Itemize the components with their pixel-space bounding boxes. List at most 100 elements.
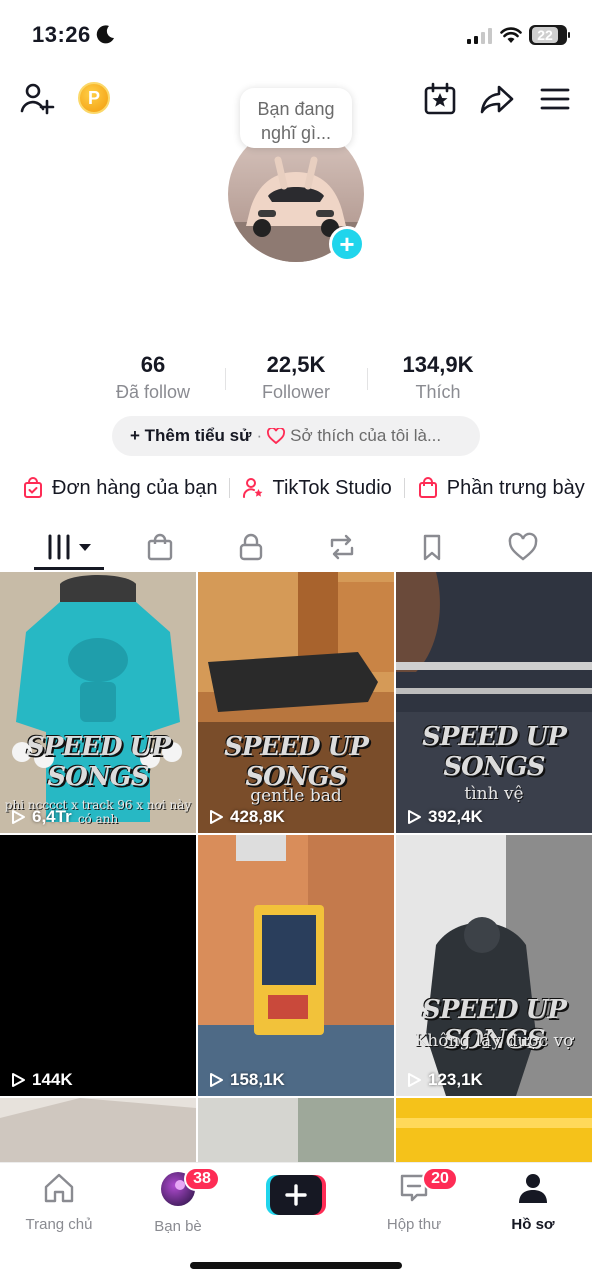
tab-shop[interactable]	[134, 528, 186, 566]
shortcut-row: Đơn hàng của bạn TikTok Studio Phần trưn…	[22, 474, 592, 502]
stat-likes-label: Thích	[415, 382, 461, 402]
bottom-nav: Trang chủ 38 Bạn bè 20 Hộp thư Hồ sơ	[0, 1162, 592, 1280]
video-thumbnail[interactable]	[0, 1098, 196, 1162]
video-cover-image	[0, 1098, 196, 1162]
nav-inbox[interactable]: 20 Hộp thư	[364, 1167, 464, 1233]
nav-home-label: Trang chủ	[25, 1216, 93, 1233]
moon-icon	[96, 25, 114, 44]
view-count-value: 144K	[32, 1070, 73, 1089]
shortcut-orders-label: Đơn hàng của bạn	[52, 476, 218, 499]
video-thumbnail[interactable]: SPEED UP SONGS tình vệ 392,4K	[396, 572, 592, 833]
battery-level: 22	[532, 27, 558, 43]
tab-private[interactable]	[225, 528, 277, 566]
grid-bars-icon	[48, 534, 91, 560]
view-count-value: 392,4K	[428, 807, 483, 826]
create-button[interactable]	[266, 1175, 326, 1215]
video-overlay-caption: gentle bad	[250, 786, 342, 806]
shopping-bag-check-icon	[24, 477, 42, 498]
video-thumbnail[interactable]: SPEED UP SONGS gentle bad 428,8K	[198, 572, 394, 833]
create-plus-icon	[266, 1175, 326, 1215]
home-indicator	[190, 1262, 402, 1269]
coin-icon[interactable]: P	[78, 82, 110, 114]
view-count: 144K	[10, 1070, 73, 1090]
person-star-icon	[243, 478, 263, 498]
battery-icon: 22	[529, 25, 570, 45]
view-count-value: 6,4Tr	[32, 807, 72, 826]
nav-profile[interactable]: Hồ sơ	[483, 1171, 583, 1233]
video-thumbnail[interactable]: SPEED UP SONGS Không lấy được vợ 123,1K	[396, 835, 592, 1096]
inbox-badge: 20	[422, 1167, 458, 1191]
stat-following[interactable]: 66 Đã follow	[83, 352, 223, 403]
share-icon[interactable]	[478, 80, 516, 118]
play-icon	[210, 810, 223, 824]
video-overlay-caption: Không lấy được vợ	[414, 1031, 574, 1051]
stat-likes-value: 134,9K	[402, 352, 474, 377]
lock-icon	[239, 533, 263, 561]
view-count-value: 158,1K	[230, 1070, 285, 1089]
thought-bubble-line1: Bạn đang	[257, 99, 335, 119]
avatar-add-button[interactable]: +	[329, 226, 365, 262]
view-count-value: 123,1K	[428, 1070, 483, 1089]
add-friend-icon[interactable]	[18, 80, 56, 118]
tab-favorites[interactable]	[406, 528, 458, 566]
tab-liked[interactable]	[497, 528, 549, 566]
profile-icon	[519, 1174, 547, 1203]
profile-stats: 66 Đã follow 22,5K Follower 134,9K Thích	[0, 352, 592, 406]
thought-bubble[interactable]: Bạn đang nghĩ gì...	[240, 88, 352, 148]
video-overlay-title: SPEED UP SONGS	[224, 732, 369, 792]
shortcut-studio[interactable]: TikTok Studio	[242, 476, 392, 500]
nav-home[interactable]: Trang chủ	[9, 1171, 109, 1233]
view-count: 428,8K	[208, 807, 285, 827]
status-time: 13:26	[32, 22, 91, 47]
friends-badge: 38	[184, 1167, 220, 1191]
nav-inbox-label: Hộp thư	[386, 1216, 442, 1233]
view-count: 123,1K	[406, 1070, 483, 1090]
status-bar: 13:26 22	[0, 0, 592, 70]
stat-followers[interactable]: 22,5K Follower	[226, 352, 366, 403]
video-overlay-caption: tình vệ	[464, 784, 524, 804]
bookmark-icon	[423, 534, 441, 561]
heart-icon	[508, 532, 538, 561]
stat-followers-value: 22,5K	[266, 352, 326, 377]
view-count-value: 428,8K	[230, 807, 285, 826]
video-thumbnail[interactable]	[396, 1098, 592, 1162]
shopping-bag-icon	[147, 533, 173, 561]
video-cover-image	[198, 1098, 394, 1162]
video-thumbnail[interactable]	[198, 1098, 394, 1162]
tab-reposts[interactable]	[316, 528, 368, 566]
stat-likes[interactable]: 134,9K Thích	[368, 352, 508, 403]
signal-icon	[467, 28, 492, 44]
video-thumbnail[interactable]: SPEED UP SONGS phi ncccct x track 96 x n…	[0, 572, 196, 833]
bio-separator: ·	[256, 426, 263, 445]
play-icon	[408, 1073, 421, 1087]
heart-icon	[267, 428, 286, 444]
nav-friends[interactable]: 38 Bạn bè	[128, 1167, 228, 1235]
nav-profile-label: Hồ sơ	[511, 1216, 555, 1233]
tab-active-indicator	[34, 567, 104, 570]
video-cover-image	[0, 572, 196, 833]
home-icon	[44, 1173, 74, 1203]
video-cover-image	[198, 835, 394, 1096]
hobby-label[interactable]: Sở thích của tôi là...	[290, 426, 441, 446]
tab-videos[interactable]	[44, 528, 96, 566]
shortcut-divider	[229, 478, 231, 498]
calendar-star-icon[interactable]	[421, 80, 459, 118]
play-icon	[408, 810, 421, 824]
menu-icon[interactable]	[536, 80, 574, 118]
play-icon	[210, 1073, 223, 1087]
shortcut-showcase[interactable]: Phần trưng bày	[417, 477, 585, 500]
nav-friends-label: Bạn bè	[154, 1218, 202, 1235]
play-icon	[12, 1073, 25, 1087]
shortcut-orders[interactable]: Đơn hàng của bạn	[22, 477, 217, 500]
profile-tabs	[0, 524, 592, 570]
shortcut-showcase-label: Phần trưng bày	[446, 476, 585, 499]
stat-followers-label: Follower	[261, 382, 331, 402]
bio-pill[interactable]: + Thêm tiểu sử · Sở thích của tôi là...	[112, 416, 480, 456]
stat-following-label: Đã follow	[115, 382, 191, 402]
video-thumbnail[interactable]: 158,1K	[198, 835, 394, 1096]
view-count: 6,4Tr	[10, 807, 72, 827]
video-cover-image	[396, 1098, 592, 1162]
add-bio-label[interactable]: + Thêm tiểu sử	[130, 426, 251, 446]
video-thumbnail[interactable]: 144K	[0, 835, 196, 1096]
shortcut-studio-label: TikTok Studio	[272, 476, 392, 499]
